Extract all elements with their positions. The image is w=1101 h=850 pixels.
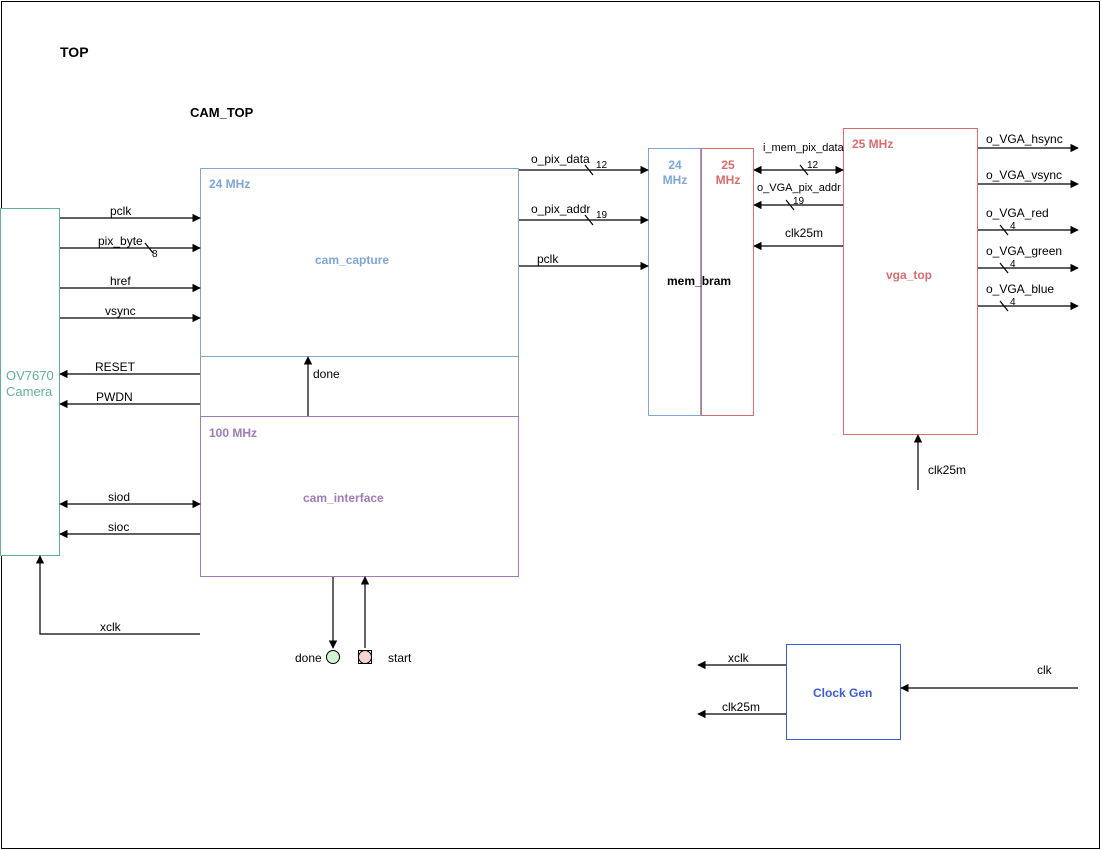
sig-imemdata-w: 12 <box>807 160 818 171</box>
title-top: TOP <box>60 44 89 60</box>
sig-xclk1: xclk <box>100 620 121 634</box>
cam-interface-clk: 100 MHz <box>209 426 257 440</box>
cam-interface-name: cam_interface <box>303 491 384 505</box>
sig-ovgaaddr-w: 19 <box>793 196 804 207</box>
sig-pwdn: PWDN <box>96 390 133 404</box>
sig-pixbyte-w: 8 <box>152 249 158 260</box>
sig-pclk2: pclk <box>537 252 558 266</box>
sig-clk: clk <box>1037 663 1052 677</box>
sig-vga-red-w: 4 <box>1010 221 1016 232</box>
sig-vga-hsync: o_VGA_hsync <box>986 132 1063 146</box>
sig-pixbyte: pix_byte <box>98 234 143 248</box>
sig-clk25m-2: clk25m <box>928 463 966 477</box>
sig-pclk: pclk <box>110 204 131 218</box>
vga-top-name: vga_top <box>886 268 932 282</box>
mem-bram-name: mem_bram <box>667 274 731 288</box>
sig-vga-vsync: o_VGA_vsync <box>986 168 1062 182</box>
clock-gen-name: Clock Gen <box>813 686 872 700</box>
start-button-icon <box>358 650 372 664</box>
sig-sioc: sioc <box>108 520 129 534</box>
sig-clk25m-1: clk25m <box>785 226 823 240</box>
sig-done-inner: done <box>313 367 340 381</box>
sig-done: done <box>295 651 322 665</box>
sig-vga-green-w: 4 <box>1010 259 1016 270</box>
sig-vga-green: o_VGA_green <box>986 244 1062 258</box>
sig-opixdata: o_pix_data <box>531 152 590 166</box>
sig-ovgaaddr: o_VGA_pix_addr <box>757 182 841 194</box>
mem-left-clk: 24 MHz <box>655 158 695 188</box>
sig-start: start <box>388 651 411 665</box>
sig-opixaddr-w: 19 <box>596 210 607 221</box>
sig-clk25m-3: clk25m <box>722 700 760 714</box>
sig-opixaddr: o_pix_addr <box>531 202 590 216</box>
sig-vga-blue: o_VGA_blue <box>986 282 1054 296</box>
sig-xclk2: xclk <box>728 651 749 665</box>
sig-href: href <box>110 274 131 288</box>
cam-capture-name: cam_capture <box>315 253 389 267</box>
block-camtop-gap <box>200 356 519 416</box>
sig-opixdata-w: 12 <box>596 160 607 171</box>
sig-imemdata: i_mem_pix_data <box>763 142 844 154</box>
sig-reset: RESET <box>95 360 135 374</box>
sig-vga-blue-w: 4 <box>1010 297 1016 308</box>
sig-vsync: vsync <box>105 304 136 318</box>
vga-top-clk: 25 MHz <box>852 137 893 151</box>
sig-siod: siod <box>108 490 130 504</box>
mem-right-clk: 25 MHz <box>708 158 748 188</box>
done-led-icon <box>326 650 340 664</box>
title-camtop: CAM_TOP <box>190 105 253 120</box>
cam-capture-clk: 24 MHz <box>209 177 250 191</box>
sig-vga-red: o_VGA_red <box>986 206 1049 220</box>
block-camera-label: OV7670 Camera <box>6 368 54 399</box>
